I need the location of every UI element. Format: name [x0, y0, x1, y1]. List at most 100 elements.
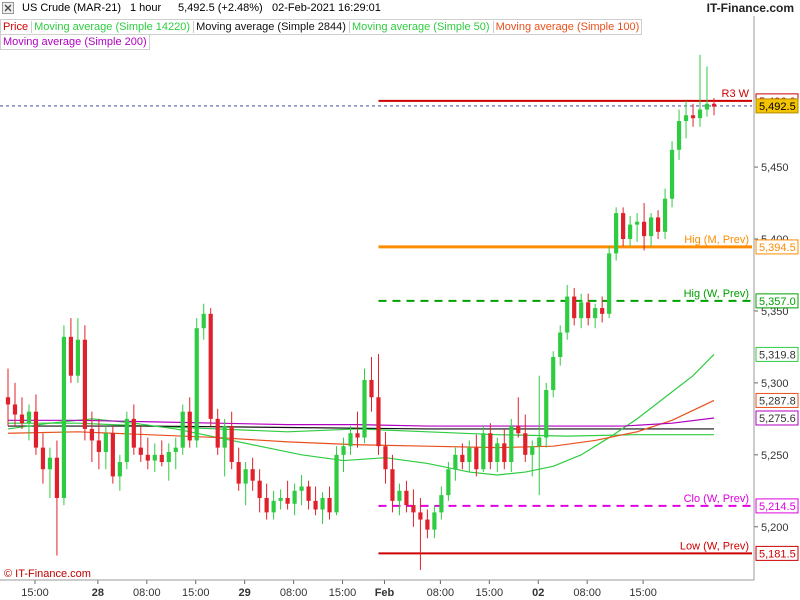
legend-row-1: Price Moving average (Simple 14220) Movi… [0, 19, 643, 35]
candle-body [26, 411, 32, 424]
candle-body [390, 469, 395, 501]
candle-body [236, 462, 241, 484]
candle-body [523, 433, 528, 455]
candle-body [19, 414, 25, 424]
candle-body [180, 411, 185, 448]
candle-body [690, 115, 696, 119]
candle-body [187, 411, 192, 441]
x-tick-label: 15:00 [476, 587, 504, 599]
candle-body [33, 411, 39, 448]
ma-tag: 5,319.8 [759, 349, 796, 361]
ma-tag: 5,287.8 [759, 395, 796, 407]
legend-price[interactable]: Price [3, 21, 28, 33]
level-tag: 5,214.5 [759, 501, 796, 513]
candle-body [250, 469, 255, 481]
candle-body [257, 480, 262, 498]
candle-body [369, 380, 374, 398]
candle-body [159, 454, 164, 463]
candle-body [320, 497, 325, 510]
candle-body [89, 428, 94, 441]
candle-body [194, 328, 199, 441]
instrument-name: US Crude (MAR-21) [22, 2, 122, 14]
candle-body [75, 339, 80, 376]
x-tick-label: Feb [375, 587, 395, 599]
close-x-icon[interactable] [2, 2, 14, 14]
candle-body [418, 512, 423, 520]
x-tick-label: 15:00 [629, 587, 657, 599]
level-label: Hig (M, Prev) [684, 234, 749, 246]
x-tick-label: 15:00 [182, 587, 210, 599]
brand-footer[interactable]: © IT-Finance.com [4, 568, 91, 580]
candle-body [628, 224, 633, 240]
candle-body [697, 109, 703, 119]
candle-body [586, 302, 591, 319]
candle-body [327, 497, 332, 513]
x-tick-label: 08:00 [573, 587, 601, 599]
candle-body [704, 103, 710, 110]
x-tick-label: 28 [92, 587, 104, 599]
level-label: Low (W, Prev) [680, 540, 749, 552]
candle-body [607, 253, 612, 314]
candle-body [96, 440, 101, 452]
level-label: R3 W [722, 88, 750, 100]
candle-body [40, 447, 46, 470]
candle-body [243, 469, 248, 484]
candle-body [446, 469, 451, 496]
timeframe-label: 1 hour [130, 2, 162, 14]
candle-body [355, 433, 360, 438]
candle-body [460, 454, 465, 463]
legend-ma-14220[interactable]: Moving average (Simple 14220) [31, 21, 191, 33]
candle-body [579, 302, 584, 319]
x-tick-label: 15:00 [329, 587, 357, 599]
candle-body [47, 457, 53, 470]
price-chart[interactable]: 5,2005,2505,3005,3505,4005,45015:002808:… [0, 0, 800, 600]
legend-ma-200[interactable]: Moving average (Simple 200) [3, 36, 147, 48]
candle-body [481, 433, 486, 470]
candle-body [397, 490, 402, 501]
candle-body [621, 213, 626, 240]
candle-body [362, 380, 367, 438]
candle-body [676, 121, 682, 150]
candle-body [509, 426, 514, 463]
candle-body [82, 339, 87, 429]
level-label: Hig (W, Prev) [684, 288, 749, 300]
x-tick-label: 02 [532, 587, 544, 599]
candle-body [474, 447, 479, 470]
candle-body [495, 443, 500, 463]
level-label: Clo (W, Prev) [684, 493, 749, 505]
candle-body [68, 336, 74, 376]
candle-body [12, 404, 18, 415]
candle-body [488, 433, 493, 463]
candle-body [711, 103, 717, 107]
x-tick-label: 15:00 [21, 587, 49, 599]
legend-ma-100[interactable]: Moving average (Simple 100) [492, 21, 640, 33]
candle-body [299, 486, 304, 491]
candle-body [110, 433, 115, 477]
candle-body [467, 447, 472, 463]
candle-body [278, 497, 283, 501]
legend-ma-50[interactable]: Moving average (Simple 50) [348, 21, 490, 33]
candle-body [600, 308, 605, 314]
x-tick-label: 08:00 [427, 587, 455, 599]
candle-body [565, 296, 570, 333]
site-label[interactable]: IT-Finance.com [707, 1, 794, 15]
level-tag: 5,357.0 [759, 296, 796, 308]
candle-body [124, 418, 129, 463]
candle-body [152, 454, 157, 461]
candle-body [453, 454, 458, 470]
candle-body [572, 296, 577, 319]
candle-body [404, 490, 409, 506]
chart-header: US Crude (MAR-21) 1 hour 5,492.5 (+2.48%… [0, 0, 800, 16]
y-tick-label: 5,450 [761, 162, 789, 174]
candle-body [215, 418, 220, 448]
x-tick-label: 08:00 [133, 587, 161, 599]
candle-body [313, 500, 318, 510]
candle-body [173, 447, 178, 452]
candle-body [54, 457, 60, 498]
candle-body [117, 462, 122, 477]
candle-body [334, 454, 339, 513]
legend-ma-2844[interactable]: Moving average (Simple 2844) [193, 21, 346, 33]
candle-body [201, 313, 206, 329]
candle-body [655, 217, 661, 232]
x-tick-label: 08:00 [280, 587, 308, 599]
